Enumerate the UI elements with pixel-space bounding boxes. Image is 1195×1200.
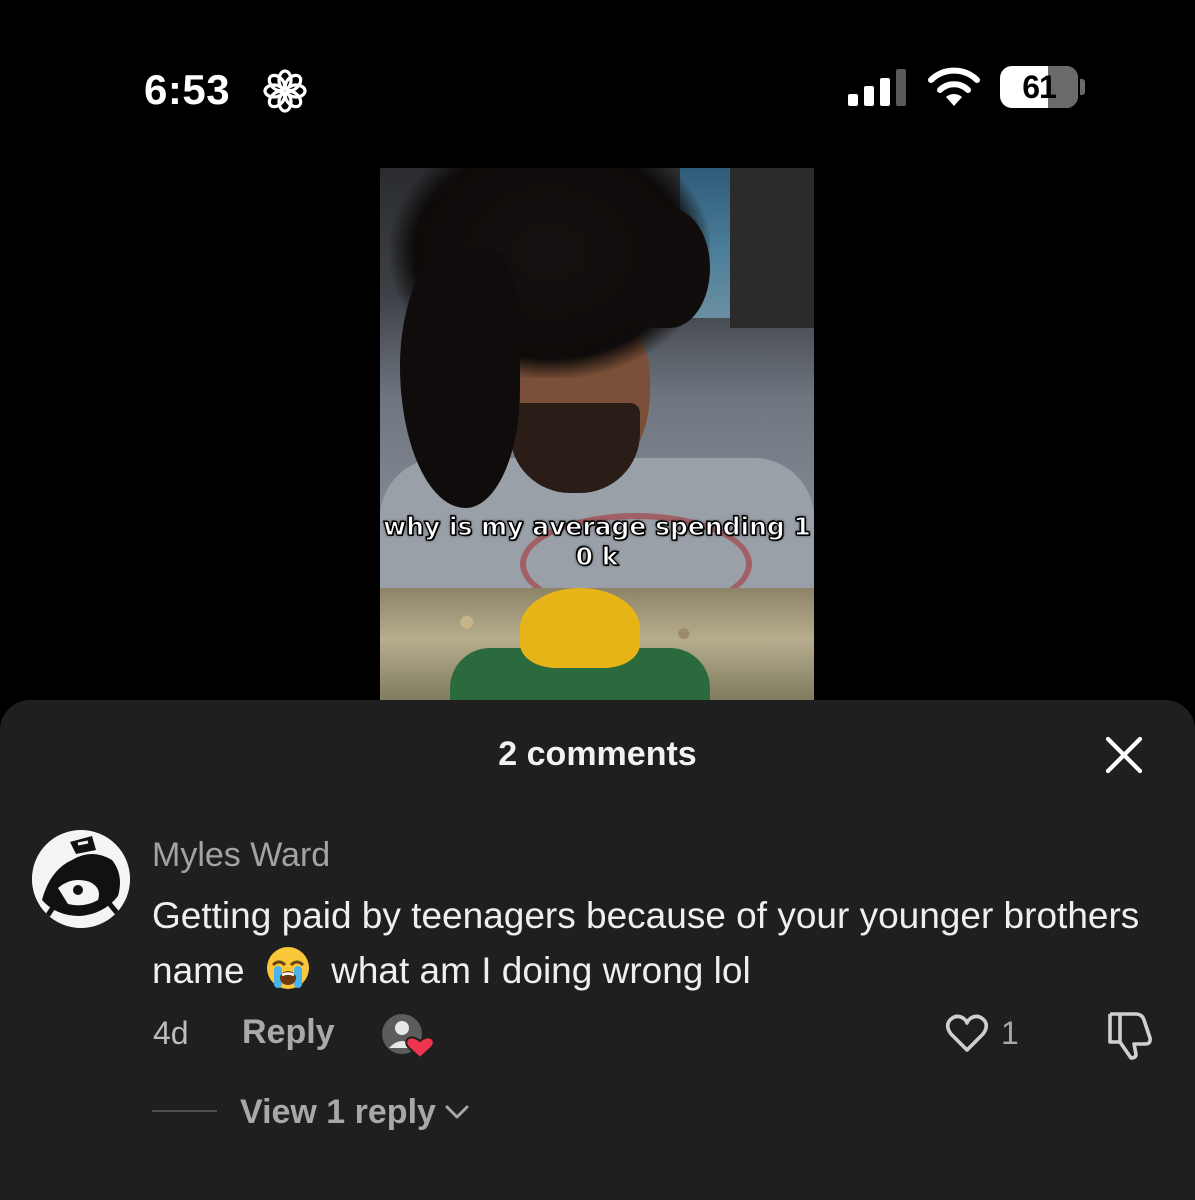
battery-level: 61 xyxy=(1022,68,1057,105)
status-time: 6:53 xyxy=(144,66,231,113)
battery-icon: 61 xyxy=(1000,66,1078,108)
creator-liked-icon xyxy=(382,1014,435,1060)
close-icon[interactable] xyxy=(1104,735,1144,775)
comment-username[interactable]: Myles Ward xyxy=(152,835,330,875)
heart-like-icon[interactable] xyxy=(944,1010,990,1056)
like-count: 1 xyxy=(1001,1015,1019,1051)
video-background-wall xyxy=(730,168,814,328)
loudly-crying-face-icon xyxy=(266,947,309,989)
avatar[interactable] xyxy=(32,830,130,928)
replies-divider xyxy=(152,1110,217,1112)
flower-icon xyxy=(263,69,307,113)
comment-age: 4d xyxy=(153,1015,189,1051)
dislike-icon[interactable] xyxy=(1104,1008,1154,1060)
video-thumbnail[interactable] xyxy=(380,168,814,702)
comment-text-part2: what am I doing wrong lol xyxy=(331,950,751,991)
video-caption-line2: 0 k xyxy=(575,541,619,571)
screen: 6:53 61 why is my average spending 1 0 k… xyxy=(0,0,1195,1200)
video-helmet xyxy=(520,588,640,668)
video-caption-line1: why is my average spending 1 xyxy=(383,511,812,541)
signal-icon xyxy=(848,69,906,106)
battery-tip xyxy=(1080,79,1085,95)
avatar-boar-icon xyxy=(32,830,130,928)
wifi-icon xyxy=(928,67,980,106)
comment-text: Getting paid by teenagers because of you… xyxy=(152,888,1152,998)
view-replies-button[interactable]: View 1 reply xyxy=(240,1092,470,1132)
video-hair-right xyxy=(630,208,710,328)
reply-button[interactable]: Reply xyxy=(242,1012,335,1052)
view-replies-label: View 1 reply xyxy=(240,1093,436,1131)
chevron-down-icon xyxy=(445,1105,469,1119)
comments-title: 2 comments xyxy=(498,735,697,773)
video-caption: why is my average spending 1 0 k xyxy=(380,511,814,572)
